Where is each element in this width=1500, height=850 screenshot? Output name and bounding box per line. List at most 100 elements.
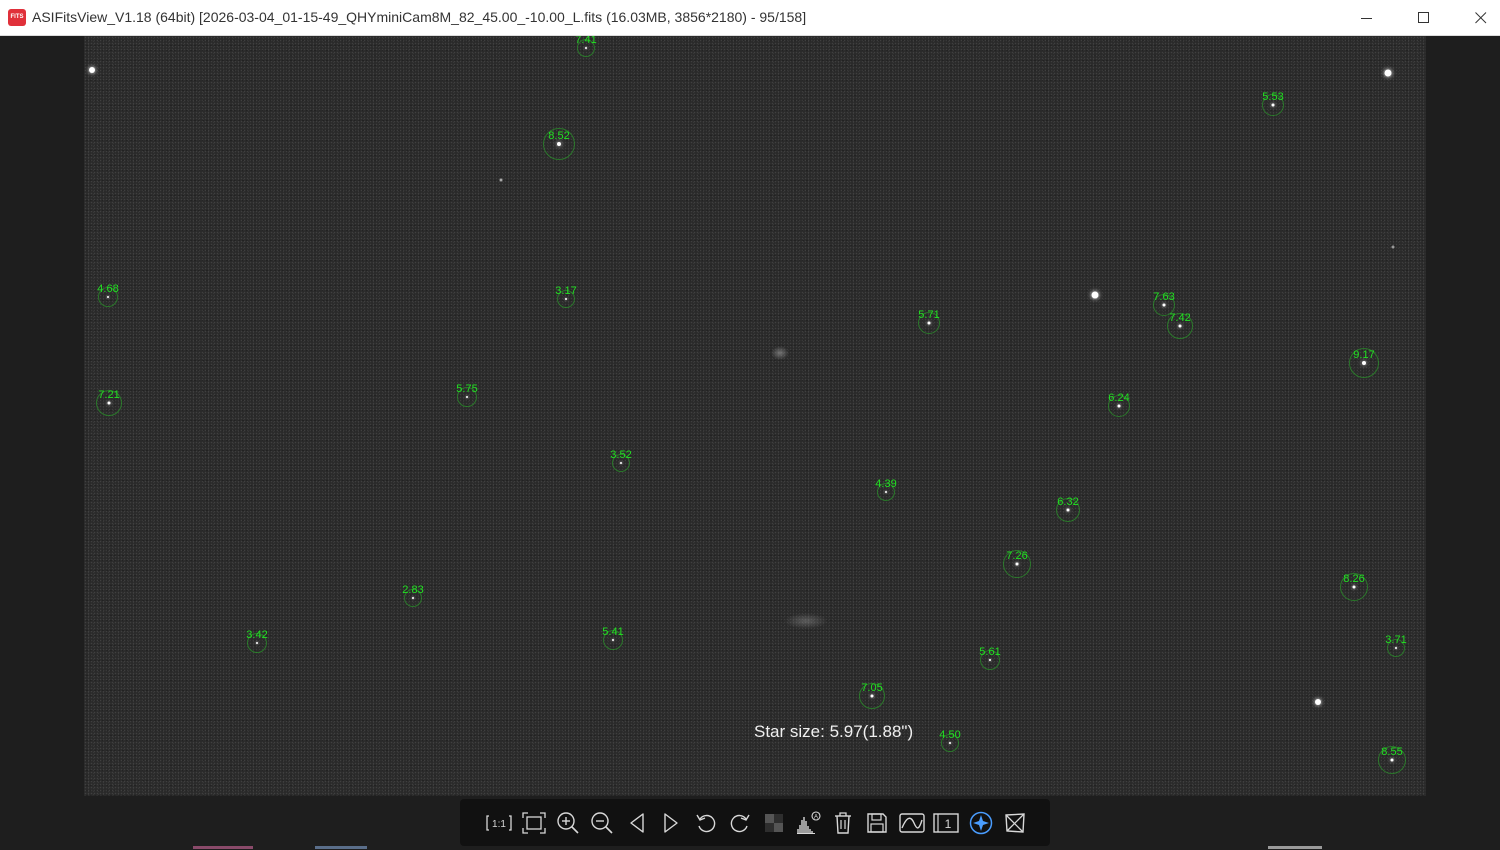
taskbar-edge-mark bbox=[193, 846, 253, 849]
actual-size-button[interactable]: 1:1 bbox=[482, 807, 516, 839]
minimize-icon bbox=[1361, 17, 1372, 19]
rotate-left-button[interactable] bbox=[688, 807, 722, 839]
bright-star bbox=[1384, 69, 1392, 77]
zoom-out-button[interactable] bbox=[585, 807, 619, 839]
taskbar-edge-mark bbox=[315, 846, 367, 849]
close-icon bbox=[1475, 11, 1487, 23]
detected-star bbox=[1162, 303, 1166, 307]
star-size-readout: Star size: 5.97(1.88") bbox=[754, 722, 914, 741]
star-hfr-label: 7.05 bbox=[861, 682, 883, 694]
star-detect-icon bbox=[969, 811, 992, 834]
fit-to-window-icon bbox=[521, 811, 546, 834]
star-hfr-label: 2.83 bbox=[402, 584, 424, 596]
star-hfr-label: 6.24 bbox=[1108, 392, 1130, 404]
delete-icon bbox=[835, 811, 852, 834]
save-button[interactable] bbox=[860, 807, 894, 839]
detected-star bbox=[1395, 647, 1397, 649]
maximize-icon bbox=[1418, 11, 1429, 23]
detected-star bbox=[256, 642, 258, 644]
crosshair-icon bbox=[1005, 812, 1025, 833]
next-image-button[interactable] bbox=[654, 807, 688, 839]
star-hfr-label: 3.17 bbox=[555, 285, 577, 297]
image-viewer[interactable]: 7.41 8.52 5.53 4.68 3.17 5.71 7.63 7.42 9.17 7.21… bbox=[0, 36, 1500, 850]
star-hfr-label: 7.63 bbox=[1153, 291, 1175, 303]
previous-image-icon bbox=[630, 812, 644, 833]
single-view-icon: 1 bbox=[933, 812, 959, 833]
star-hfr-label: 5.41 bbox=[602, 626, 624, 638]
star-hfr-label: 3.52 bbox=[610, 449, 632, 461]
zoom-in-icon bbox=[557, 811, 579, 834]
star-hfr-label: 9.17 bbox=[1353, 349, 1375, 361]
rotate-left-icon bbox=[695, 814, 715, 832]
faint-star bbox=[1391, 245, 1395, 249]
faint-galaxy bbox=[771, 346, 789, 360]
detected-star bbox=[870, 694, 874, 698]
detected-star bbox=[612, 639, 614, 641]
svg-text:A: A bbox=[814, 814, 818, 820]
minimize-button[interactable] bbox=[1344, 0, 1390, 35]
detected-star bbox=[1015, 562, 1019, 566]
detected-star bbox=[620, 462, 622, 464]
star-hfr-label: 7.21 bbox=[98, 389, 120, 401]
detected-star bbox=[1117, 404, 1121, 408]
fits-image[interactable]: 7.41 8.52 5.53 4.68 3.17 5.71 7.63 7.42 9.17 7.21… bbox=[84, 36, 1426, 796]
stretch-curve-button[interactable] bbox=[895, 807, 929, 839]
actual-size-icon: 1:1 bbox=[486, 814, 512, 831]
rotate-right-button[interactable] bbox=[723, 807, 757, 839]
faint-galaxy bbox=[784, 613, 828, 629]
fit-to-window-button[interactable] bbox=[516, 807, 550, 839]
detected-star bbox=[1066, 508, 1070, 512]
star-hfr-label: 8.26 bbox=[1343, 573, 1365, 585]
previous-image-button[interactable] bbox=[620, 807, 654, 839]
detected-star bbox=[1352, 585, 1356, 589]
auto-stretch-histogram-button[interactable]: A bbox=[792, 807, 826, 839]
detected-star bbox=[412, 597, 414, 599]
detected-star bbox=[565, 298, 567, 300]
detected-star bbox=[466, 396, 468, 398]
svg-text:1:1: 1:1 bbox=[492, 819, 506, 830]
crosshair-button[interactable] bbox=[998, 807, 1032, 839]
bright-star bbox=[1315, 699, 1321, 705]
star-hfr-label: 5.61 bbox=[979, 646, 1001, 658]
maximize-button[interactable] bbox=[1401, 0, 1447, 35]
detected-star bbox=[927, 321, 931, 325]
svg-text:1: 1 bbox=[945, 817, 952, 831]
bright-star bbox=[89, 67, 95, 73]
star-hfr-label: 4.68 bbox=[97, 283, 119, 295]
detected-star bbox=[1178, 324, 1182, 328]
single-view-button[interactable]: 1 bbox=[929, 807, 963, 839]
stretch-curve-icon bbox=[899, 812, 925, 833]
detected-star bbox=[557, 142, 561, 146]
delete-button[interactable] bbox=[826, 807, 860, 839]
detected-star bbox=[107, 401, 111, 405]
star-hfr-label: 3.42 bbox=[246, 629, 268, 641]
detected-star bbox=[1390, 758, 1394, 762]
zoom-out-icon bbox=[591, 811, 613, 834]
debayer-button[interactable] bbox=[757, 807, 791, 839]
detected-star bbox=[585, 47, 587, 49]
next-image-icon bbox=[664, 812, 678, 833]
zoom-in-button[interactable] bbox=[551, 807, 585, 839]
star-hfr-label: 6.32 bbox=[1057, 496, 1079, 508]
auto-stretch-histogram-icon: A bbox=[796, 810, 821, 834]
star-hfr-label: 5.71 bbox=[918, 309, 940, 321]
taskbar-edge-mark bbox=[1268, 846, 1322, 849]
close-button[interactable] bbox=[1458, 0, 1500, 35]
star-hfr-label: 8.52 bbox=[548, 130, 570, 142]
detected-star bbox=[1271, 103, 1275, 107]
title-bar[interactable]: FITS ASIFitsView_V1.18 (64bit) [2026-03-… bbox=[0, 0, 1500, 36]
window-title: ASIFitsView_V1.18 (64bit) [2026-03-04_01… bbox=[32, 9, 807, 25]
detected-star bbox=[1362, 361, 1366, 365]
star-hfr-label: 7.26 bbox=[1006, 550, 1028, 562]
detected-star bbox=[107, 296, 109, 298]
detected-star bbox=[989, 659, 991, 661]
bottom-toolbar: 1:1 A 1 bbox=[460, 799, 1050, 846]
star-hfr-label: 7.41 bbox=[575, 36, 597, 46]
star-detect-button[interactable] bbox=[963, 807, 997, 839]
star-hfr-label: 3.71 bbox=[1385, 634, 1407, 646]
star-hfr-label: 8.55 bbox=[1381, 746, 1403, 758]
star-hfr-label: 5.75 bbox=[456, 383, 478, 395]
rotate-right-icon bbox=[730, 814, 750, 832]
star-hfr-label: 5.53 bbox=[1262, 91, 1284, 103]
bright-star bbox=[1091, 291, 1099, 299]
